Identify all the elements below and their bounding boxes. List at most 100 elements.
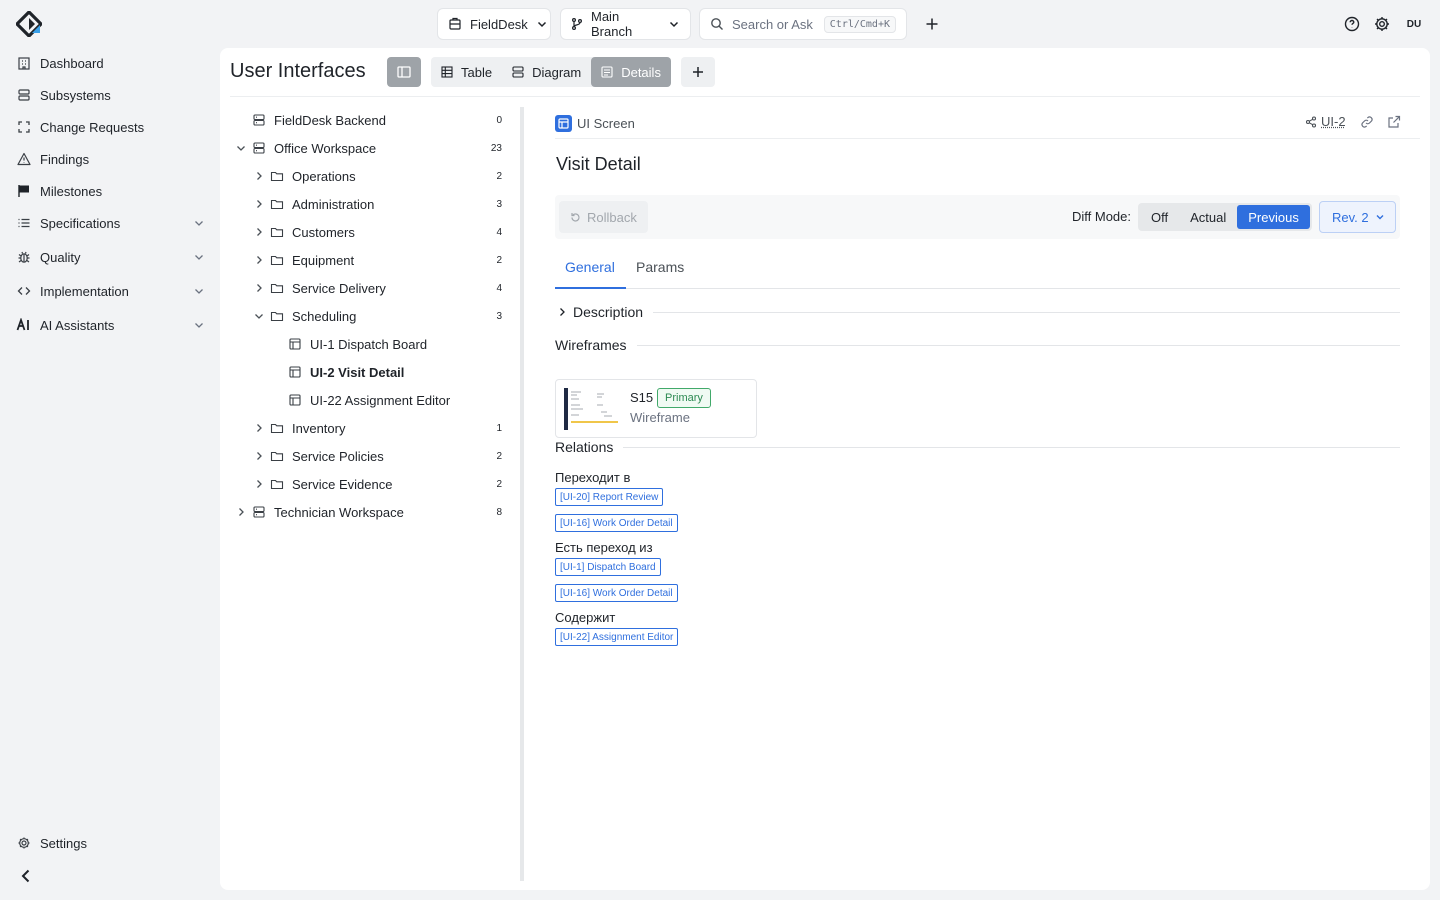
chevron-down-icon[interactable] [192, 284, 206, 298]
divider [636, 344, 1400, 346]
sidebar-item-subsystems[interactable]: Subsystems [16, 83, 206, 107]
chevron-down-icon[interactable] [234, 141, 248, 155]
folder-icon [270, 225, 284, 239]
sidebar-item-label: AI Assistants [40, 317, 115, 333]
sidebar-item-ai-assistants[interactable]: AI Assistants [16, 313, 206, 337]
relation-link[interactable]: [UI-22] Assignment Editor [555, 628, 679, 646]
tree-item[interactable]: FieldDesk Backend [252, 108, 386, 132]
tree-item[interactable]: Service Delivery [252, 276, 386, 300]
sidebar-item-implementation[interactable]: Implementation [16, 279, 206, 303]
gear-icon[interactable] [1372, 14, 1392, 34]
description-section-toggle[interactable]: Description [555, 304, 1400, 320]
tree-item[interactable]: Administration [252, 192, 374, 216]
section-title: Wireframes [555, 337, 627, 353]
tree-item-label: Technician Workspace [274, 504, 404, 520]
item-id-link[interactable]: UI-2 [1321, 114, 1346, 129]
tree-item-count: 0 [496, 115, 502, 126]
tree-item[interactable]: Service Evidence [252, 472, 392, 496]
tree-item-label: Scheduling [292, 308, 357, 324]
sidebar-item-label: Change Requests [40, 119, 145, 135]
tab-table[interactable]: Table [431, 57, 502, 87]
wireframe-type: Wireframe [630, 410, 690, 425]
tree-item[interactable]: Inventory [252, 416, 345, 440]
warning-triangle-icon [16, 151, 32, 167]
sidebar-item-change-requests[interactable]: Change Requests [16, 115, 206, 139]
collapse-sidebar-icon[interactable] [16, 866, 36, 886]
tree-item[interactable]: Equipment [252, 248, 354, 272]
app-logo[interactable] [16, 11, 42, 37]
chevron-right-icon[interactable] [252, 421, 266, 435]
tree-item[interactable]: UI-22 Assignment Editor [288, 388, 450, 412]
revision-select[interactable]: Rev. 2 [1319, 201, 1396, 233]
tree-item-selected[interactable]: UI-2 Visit Detail [288, 360, 404, 384]
relation-type-label: Переходит в [555, 470, 631, 485]
wireframe-name: S15 [630, 390, 654, 405]
wireframe-card[interactable]: S15 Primary Wireframe [555, 379, 757, 438]
sidebar-panel-toggle[interactable] [387, 57, 421, 87]
sidebar-item-findings[interactable]: Findings [16, 147, 206, 171]
tree-item[interactable]: Service Policies [252, 444, 384, 468]
relation-link[interactable]: [UI-1] Dispatch Board [555, 558, 661, 576]
branch-selector[interactable]: Main Branch [560, 8, 691, 40]
project-selector[interactable]: FieldDesk [437, 8, 551, 40]
server-icon [252, 141, 266, 155]
chevron-down-icon[interactable] [192, 318, 206, 332]
tab-diagram[interactable]: Diagram [502, 57, 591, 87]
layout-icon [288, 393, 302, 407]
help-icon[interactable] [1342, 14, 1362, 34]
tree-item[interactable]: UI-1 Dispatch Board [288, 332, 427, 356]
relation-link[interactable]: [UI-16] Work Order Detail [555, 584, 678, 602]
ui-screen-icon [555, 115, 572, 132]
panel-resize-handle[interactable] [520, 107, 524, 881]
chevron-right-icon[interactable] [252, 197, 266, 211]
share-icon [1305, 115, 1317, 128]
relation-link[interactable]: [UI-20] Report Review [555, 488, 664, 506]
sidebar-item-quality[interactable]: Quality [16, 245, 206, 269]
avatar[interactable]: DU [1403, 14, 1425, 34]
sidebar-item-label: Subsystems [40, 87, 111, 103]
tab-label: Table [461, 64, 493, 80]
sidebar-item-milestones[interactable]: Milestones [16, 179, 206, 203]
chevron-right-icon[interactable] [252, 253, 266, 267]
tree-item[interactable]: Operations [252, 164, 356, 188]
link-icon[interactable] [1360, 115, 1374, 129]
detail-tabs: General Params [555, 253, 1400, 289]
diff-option-actual[interactable]: Actual [1179, 205, 1237, 229]
plus-icon[interactable] [922, 14, 942, 34]
tree-item[interactable]: Office Workspace [234, 136, 376, 160]
chevron-down-icon[interactable] [192, 250, 206, 264]
tree-item[interactable]: Customers [252, 220, 355, 244]
chevron-right-icon[interactable] [252, 281, 266, 295]
chevron-right-icon[interactable] [252, 477, 266, 491]
chevron-right-icon[interactable] [252, 225, 266, 239]
tree-item-count: 3 [496, 311, 502, 322]
sidebar-item-settings[interactable]: Settings [16, 831, 206, 855]
active-tab-indicator [555, 287, 626, 289]
revision-value: Rev. 2 [1332, 209, 1369, 225]
chevron-right-icon[interactable] [252, 449, 266, 463]
tree-item-count: 4 [496, 283, 502, 294]
external-link-icon[interactable] [1387, 115, 1401, 129]
chevron-right-icon[interactable] [252, 169, 266, 183]
sidebar-item-specifications[interactable]: Specifications [16, 211, 206, 235]
tree-item[interactable]: Scheduling [252, 304, 356, 328]
search-input[interactable]: Search or Ask Ctrl/Cmd+K [699, 8, 907, 40]
tree-item-count: 2 [496, 479, 502, 490]
add-view-button[interactable] [681, 57, 715, 87]
diagram-icon [512, 66, 524, 78]
tree-item[interactable]: Technician Workspace [234, 500, 404, 524]
tab-general[interactable]: General [565, 259, 615, 275]
relation-link[interactable]: [UI-16] Work Order Detail [555, 514, 678, 532]
git-branch-icon [571, 17, 583, 31]
chevron-right-icon[interactable] [234, 505, 248, 519]
tab-details[interactable]: Details [591, 57, 671, 87]
chevron-down-icon[interactable] [192, 216, 206, 230]
tab-params[interactable]: Params [636, 259, 684, 275]
diff-option-previous[interactable]: Previous [1237, 205, 1310, 229]
rollback-button[interactable]: Rollback [559, 201, 648, 233]
layout-icon [288, 365, 302, 379]
diff-option-off[interactable]: Off [1140, 205, 1179, 229]
tree-item-label: Operations [292, 168, 356, 184]
chevron-down-icon[interactable] [252, 309, 266, 323]
sidebar-item-dashboard[interactable]: Dashboard [16, 51, 206, 75]
